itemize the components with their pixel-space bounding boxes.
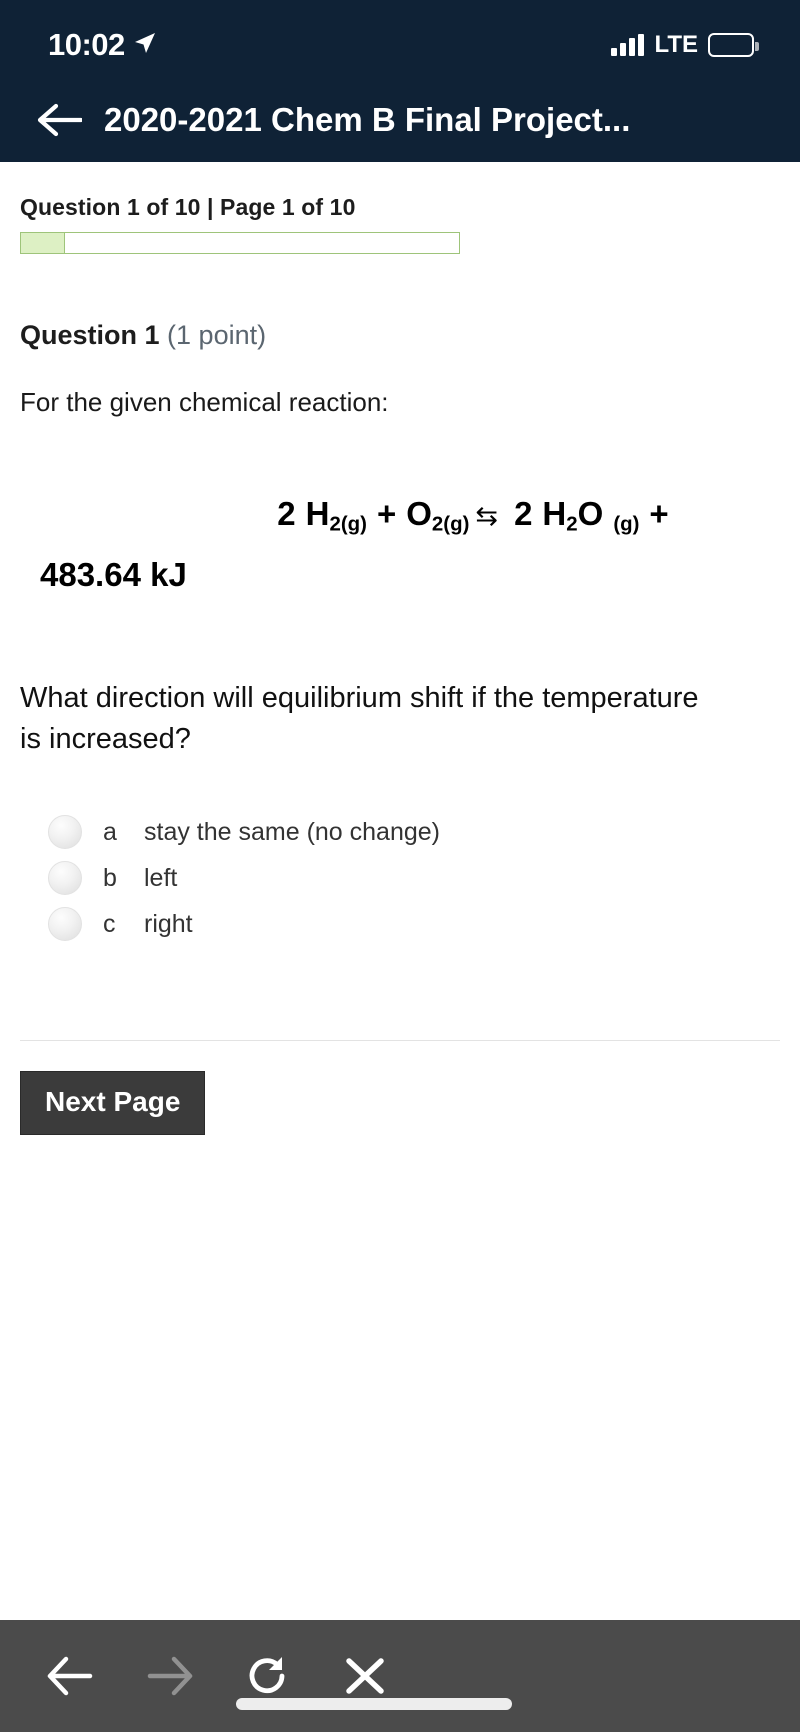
eq-h2o-o: O: [577, 495, 604, 533]
option-text-a: stay the same (no change): [144, 817, 440, 846]
quiz-content: Question 1 of 10 | Page 1 of 10 Question…: [0, 162, 800, 1620]
section-divider: [20, 1039, 780, 1041]
eq-h2o-state: (g): [613, 512, 640, 536]
answer-option-c[interactable]: c right: [48, 902, 780, 947]
option-letter-a: a: [103, 817, 117, 846]
progress-bar: [20, 232, 460, 254]
question-heading: Question 1 (1 point): [20, 320, 780, 351]
eq-h-symbol: H: [305, 495, 330, 533]
next-page-button[interactable]: Next Page: [20, 1070, 206, 1135]
radio-button-b[interactable]: [48, 861, 82, 896]
equation-line-1: 2 H2(g) + O2(g) ⇆ 2 H2O (g) +: [92, 488, 774, 540]
equation-line-2: 483.64 kJ: [40, 555, 187, 593]
question-prompt: For the given chemical reaction:: [20, 387, 389, 417]
battery-icon: [708, 33, 759, 57]
browser-toolbar: [0, 1620, 800, 1732]
eq-h-subscript: 2(g): [329, 512, 367, 536]
status-bar-left: 10:02: [48, 27, 157, 63]
eq-h2o-h: H: [542, 495, 567, 533]
option-letter-c: c: [103, 909, 116, 938]
eq-coef-h2: 2: [277, 495, 296, 533]
option-text-c: right: [144, 909, 193, 938]
option-text-b: left: [144, 863, 178, 892]
location-arrow-icon: [134, 33, 155, 53]
cellular-signal-icon: [611, 34, 645, 56]
nav-bar: 2020-2021 Chem B Final Project...: [0, 90, 800, 162]
option-letter-b: b: [103, 863, 117, 892]
question-progress-label: Question 1 of 10 | Page 1 of 10: [20, 194, 356, 220]
toolbar-forward-arrow-icon[interactable]: [138, 1645, 200, 1707]
status-time: 10:02: [48, 27, 125, 62]
progress-bar-fill: [21, 233, 65, 253]
eq-coef-h2o: 2: [514, 495, 533, 533]
page-title: 2020-2021 Chem B Final Project...: [104, 101, 631, 138]
question-number: Question 1: [20, 320, 160, 350]
eq-plus-1: +: [376, 495, 397, 533]
answer-option-b[interactable]: b left: [48, 856, 780, 901]
radio-button-c[interactable]: [48, 907, 82, 942]
eq-o-symbol: O: [406, 495, 432, 533]
answer-options: a stay the same (no change) b left c rig…: [20, 810, 780, 947]
nav-back-arrow-icon[interactable]: [36, 100, 82, 140]
answer-option-a[interactable]: a stay the same (no change): [48, 810, 780, 855]
eq-plus-2: +: [649, 495, 669, 533]
equilibrium-arrow-icon: ⇆: [475, 501, 499, 532]
eq-o-subscript: 2(g): [431, 512, 470, 536]
status-bar: 10:02 LTE: [0, 0, 800, 90]
network-label: LTE: [654, 31, 698, 58]
home-indicator: [236, 1698, 512, 1710]
eq-h2o-subscript: 2: [566, 512, 578, 536]
toolbar-back-arrow-icon[interactable]: [40, 1645, 102, 1707]
chemical-equation: 2 H2(g) + O2(g) ⇆ 2 H2O (g) + 483.64 kJ: [20, 488, 780, 600]
app-screen: 10:02 LTE 2020-2021 Chem B Final Project…: [0, 0, 800, 1732]
question-body-text: What direction will equilibrium shift if…: [20, 681, 699, 755]
radio-button-a[interactable]: [48, 815, 82, 850]
status-bar-right: LTE: [611, 31, 759, 59]
question-points: (1 point): [167, 320, 267, 350]
